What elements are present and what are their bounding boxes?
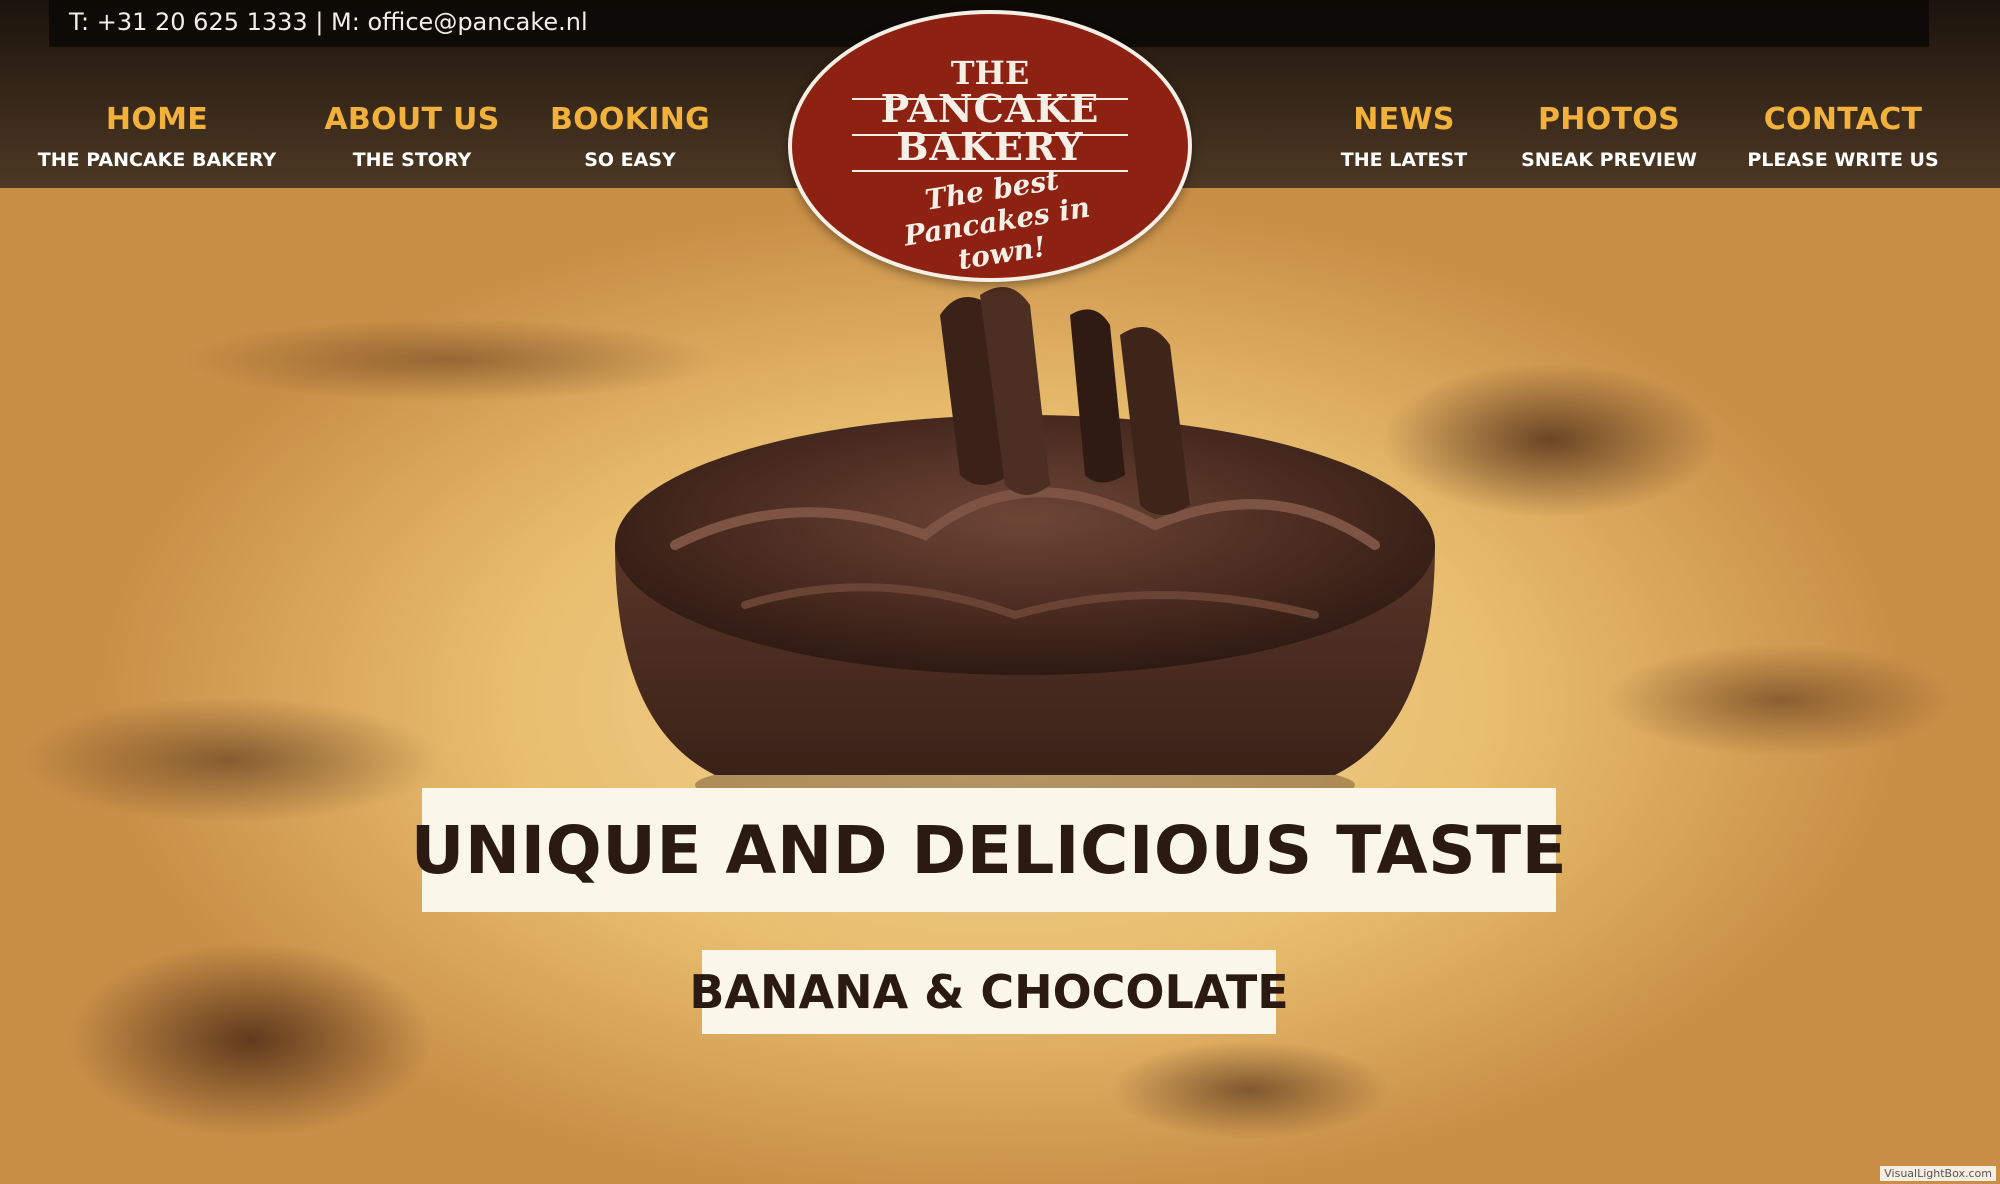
nav-booking-title: BOOKING	[549, 102, 711, 137]
nav-news-title: NEWS	[1353, 102, 1455, 137]
nav-contact-subtitle: PLEASE WRITE US	[1747, 149, 1939, 171]
nav-contact[interactable]: CONTACT PLEASE WRITE US	[1747, 102, 1938, 171]
pancake-bakery-logo[interactable]: THE PANCAKE BAKERY The best Pancakes in …	[788, 10, 1192, 282]
watermark: VisualLightBox.com	[1880, 1166, 1996, 1181]
logo-tagline: The best Pancakes in town!	[901, 163, 1093, 277]
nav-photos-title: PHOTOS	[1538, 102, 1680, 137]
nav-about-title: ABOUT US	[324, 102, 500, 137]
nav-home-subtitle: THE PANCAKE BAKERY	[37, 149, 277, 171]
nav-about-us[interactable]: ABOUT US THE STORY	[324, 102, 499, 171]
nav-booking[interactable]: BOOKING SO EASY	[550, 102, 710, 171]
nav-contact-title: CONTACT	[1763, 102, 1923, 137]
nav-news[interactable]: NEWS THE LATEST	[1341, 102, 1467, 171]
hero-subheadline: BANANA & CHOCOLATE	[689, 965, 1289, 1019]
nav-booking-subtitle: SO EASY	[584, 149, 676, 171]
nav-photos[interactable]: PHOTOS SNEAK PREVIEW	[1521, 102, 1697, 171]
hero-subheadline-box: BANANA & CHOCOLATE	[689, 950, 1289, 1034]
hero-slider: T: +31 20 625 1333 | M: office@pancake.n…	[0, 0, 2000, 1184]
nav-photos-subtitle: SNEAK PREVIEW	[1521, 149, 1697, 171]
hero-headline: UNIQUE AND DELICIOUS TASTE	[410, 811, 1568, 889]
nav-home[interactable]: HOME THE PANCAKE BAKERY	[38, 102, 276, 171]
nav-news-subtitle: THE LATEST	[1340, 149, 1468, 171]
nav-about-subtitle: THE STORY	[352, 149, 472, 171]
chocolate-curls-image	[940, 287, 1190, 515]
logo-bakery: BAKERY	[896, 124, 1084, 169]
contact-info: T: +31 20 625 1333 | M: office@pancake.n…	[69, 8, 588, 36]
hero-headline-box: UNIQUE AND DELICIOUS TASTE	[411, 788, 1567, 912]
nav-home-title: HOME	[105, 102, 209, 137]
